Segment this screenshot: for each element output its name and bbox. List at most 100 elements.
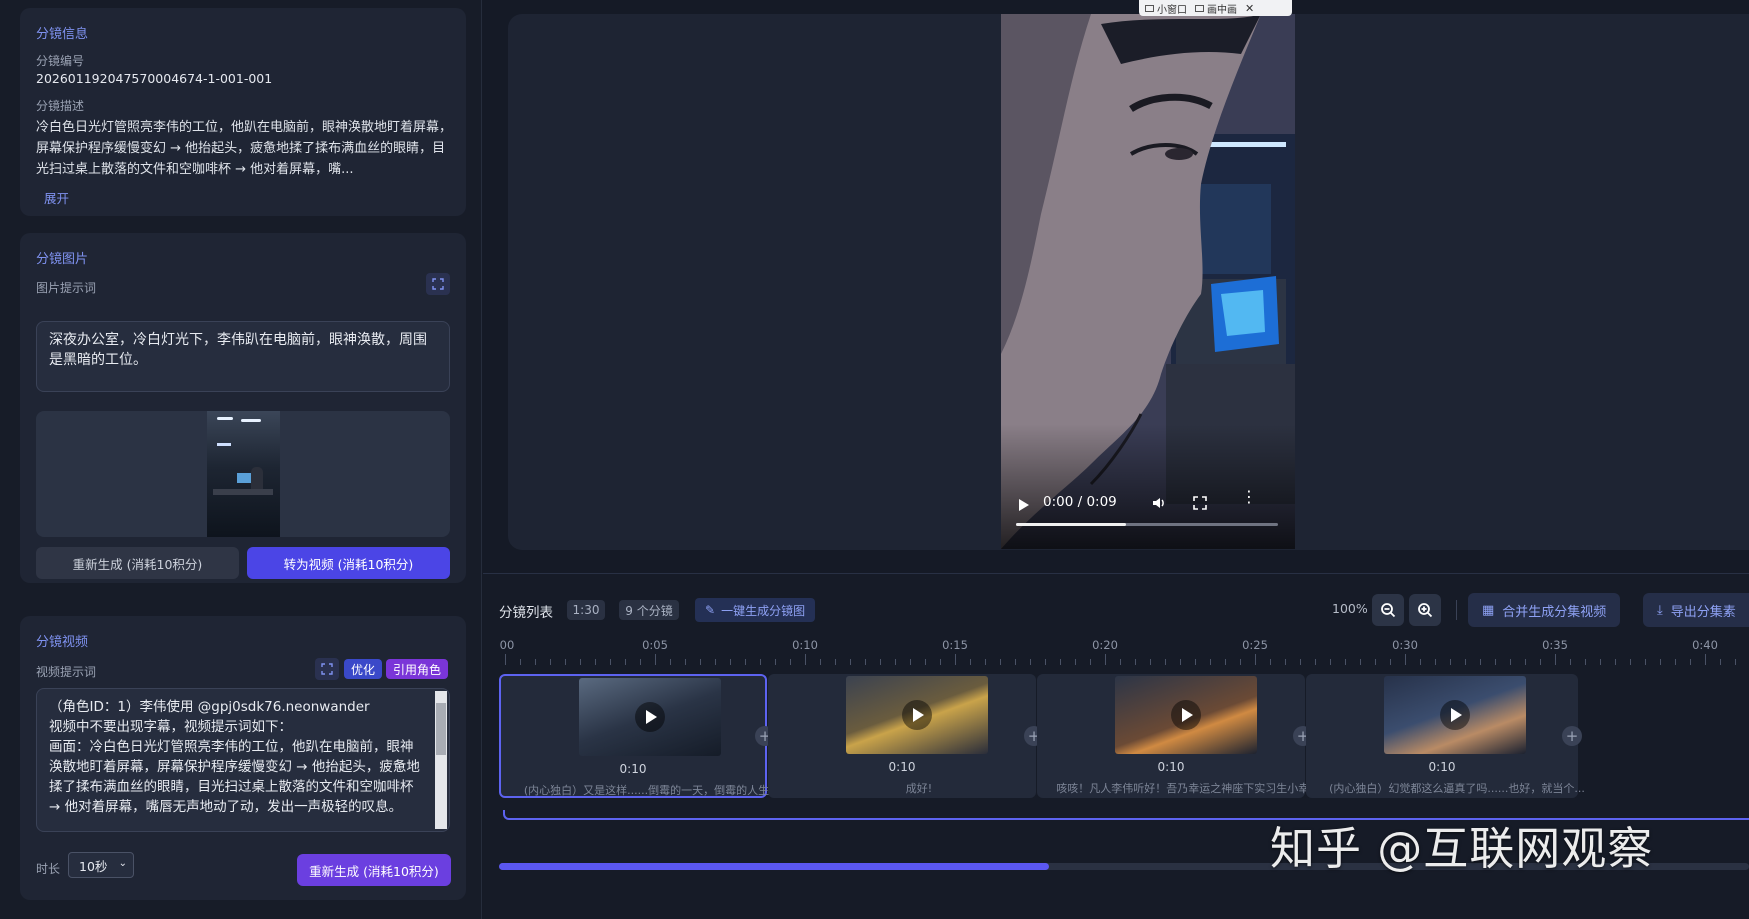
ruler-label: 00	[499, 638, 515, 652]
ruler-label: 0:35	[1542, 638, 1568, 652]
ruler-tick	[1165, 659, 1166, 665]
ruler-tick	[1315, 659, 1316, 665]
ruler-tick	[910, 659, 911, 665]
ruler-tick	[1090, 659, 1091, 665]
ruler-tick	[715, 659, 716, 665]
clip-duration: 0:10	[1428, 760, 1456, 774]
shot-info-card: 分镜信息 分镜编号 20260119204757000467​4-1-001-0…	[20, 8, 466, 216]
clip-thumbnail[interactable]	[1115, 676, 1257, 754]
ruler-tick	[1675, 659, 1676, 665]
regenerate-video-button[interactable]: 重新生成 (消耗10积分)	[297, 854, 451, 886]
ruler-tick	[1270, 659, 1271, 665]
ruler-tick	[1360, 659, 1361, 665]
ruler-tick	[895, 659, 896, 665]
ruler-tick	[1330, 659, 1331, 665]
duration-value: 10秒	[79, 858, 108, 874]
ruler-tick	[790, 659, 791, 665]
ruler-tick	[625, 659, 626, 665]
timeline-clip[interactable]: 0:10 (内心独白）又是这样......倒霉的一天，倒霉的人生。	[499, 674, 780, 798]
pip-label: 画中画	[1207, 4, 1237, 16]
ruler-label: 0:25	[1242, 638, 1268, 652]
timeline-ruler[interactable]: 00 0:05 0:10 0:15 0:20 0:25 0:30 0:35 0:40	[483, 574, 1749, 674]
pip-icon	[1195, 4, 1204, 12]
left-panel: 分镜信息 分镜编号 20260119204757000467​4-1-001-0…	[0, 0, 482, 919]
ruler-tick	[1585, 659, 1586, 665]
mini-window-label: 小窗口	[1157, 4, 1187, 16]
clip-thumbnail[interactable]	[1384, 676, 1526, 754]
ruler-tick	[1420, 659, 1421, 665]
ruler-tick	[925, 659, 926, 665]
shot-id-label: 分镜编号	[36, 54, 85, 68]
video-player[interactable]: 0:00 / 0:09 ⋮	[1001, 14, 1295, 549]
ruler-tick	[880, 659, 881, 665]
ruler-tick	[1540, 659, 1541, 665]
ruler-tick	[685, 659, 686, 665]
clip-caption: (内心独白）又是这样......倒霉的一天，倒霉的人生。	[523, 784, 781, 797]
clip-play-icon[interactable]	[902, 700, 932, 730]
ruler-tick	[1660, 659, 1661, 665]
reference-role-button[interactable]: 引用角色	[386, 659, 449, 679]
duration-select[interactable]: 10秒 ⌄	[68, 852, 134, 878]
expand-link[interactable]: 展开	[44, 188, 69, 207]
ruler-tick	[805, 654, 806, 665]
play-icon[interactable]	[1019, 499, 1029, 511]
timeline-clip[interactable]: 0:10 成好!	[768, 674, 1036, 798]
timeline-scroll-thumb[interactable]	[499, 863, 1049, 870]
ruler-tick	[1015, 659, 1016, 665]
ruler-tick	[940, 659, 941, 665]
video-progress-track[interactable]	[1016, 523, 1278, 526]
prompt-scrollbar[interactable]	[435, 691, 447, 829]
mini-window-button[interactable]: 小窗口	[1145, 1, 1187, 16]
ruler-tick	[730, 659, 731, 665]
clip-thumbnail[interactable]	[846, 676, 988, 754]
convert-to-video-button[interactable]: 转为视频 (消耗10积分)	[247, 547, 450, 579]
ruler-tick	[1105, 654, 1106, 665]
close-icon[interactable]: ✕	[1245, 2, 1254, 15]
ruler-tick	[820, 659, 821, 665]
ruler-label: 0:10	[792, 638, 818, 652]
image-prompt-input[interactable]: 深夜办公室，冷白灯光下，李伟趴在电脑前，眼神涣散，周围是黑暗的工位。	[36, 321, 450, 392]
ruler-tick	[1120, 659, 1121, 665]
ruler-tick	[1060, 659, 1061, 665]
shot-id-value: 20260119204757000467​4-1-001-001	[36, 71, 273, 86]
clip-play-icon[interactable]	[635, 702, 665, 732]
clip-caption: (内心独白）幻觉都这么逼真了吗......也好，就当个...	[1329, 782, 1585, 795]
optimize-button[interactable]: 优化	[344, 659, 383, 679]
timeline-clip[interactable]: 0:10 (内心独白）幻觉都这么逼真了吗......也好，就当个...	[1306, 674, 1585, 798]
clip-play-icon[interactable]	[1440, 700, 1470, 730]
video-frame-illustration	[1001, 14, 1295, 549]
expand-video-prompt-icon[interactable]	[315, 658, 339, 680]
ruler-tick	[1000, 659, 1001, 665]
regenerate-image-button[interactable]: 重新生成 (消耗10积分)	[36, 547, 239, 579]
ruler-tick	[505, 654, 506, 665]
pip-button[interactable]: 画中画	[1195, 1, 1237, 16]
ruler-tick	[745, 659, 746, 665]
ruler-tick	[1615, 659, 1616, 665]
more-options-icon[interactable]: ⋮	[1241, 489, 1257, 505]
fullscreen-icon[interactable]	[1193, 496, 1207, 514]
shot-image-preview[interactable]	[36, 411, 450, 537]
timeline-clip-partial[interactable]	[1577, 674, 1749, 798]
ruler-tick	[655, 654, 656, 665]
clip-caption: 咳咳！凡人李伟听好！吾乃幸运之神座下实习生小幸...	[1056, 782, 1320, 795]
ruler-tick	[640, 659, 641, 665]
video-prompt-input[interactable]: （角色ID：1）李伟使用 @gpj0sdk76.neonwander 视频中不要…	[36, 688, 450, 832]
ruler-label: 0:40	[1692, 638, 1718, 652]
ruler-tick	[1240, 659, 1241, 665]
clip-duration: 0:10	[1157, 760, 1185, 774]
ruler-tick	[835, 659, 836, 665]
ruler-tick	[1255, 654, 1256, 665]
ruler-tick	[1405, 654, 1406, 665]
clip-thumbnail[interactable]	[579, 678, 721, 756]
shot-image-title: 分镜图片	[36, 252, 89, 267]
timeline-clip[interactable]: 0:10 咳咳！凡人李伟听好！吾乃幸运之神座下实习生小幸...	[1037, 674, 1320, 798]
clip-duration: 0:10	[619, 762, 647, 776]
ruler-tick	[760, 659, 761, 665]
volume-icon[interactable]	[1151, 495, 1167, 515]
clip-play-icon[interactable]	[1171, 700, 1201, 730]
chevron-down-icon: ⌄	[118, 858, 127, 869]
ruler-tick	[1465, 659, 1466, 665]
ruler-tick	[1375, 659, 1376, 665]
ruler-tick	[1210, 659, 1211, 665]
expand-prompt-icon[interactable]	[426, 273, 450, 295]
